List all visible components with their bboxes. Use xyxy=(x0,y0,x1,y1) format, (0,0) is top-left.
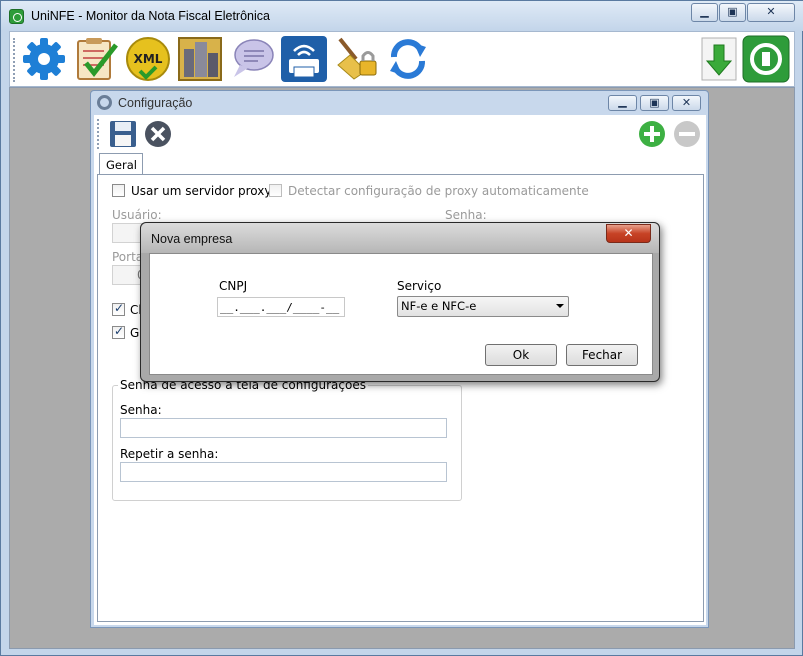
config-minimize-button[interactable]: ▁ xyxy=(608,95,637,111)
config-title: Configuração xyxy=(118,96,193,110)
dialog-title: Nova empresa xyxy=(151,232,233,246)
dialog-titlebar: Nova empresa ✕ xyxy=(141,223,659,253)
minimize-button[interactable]: ▁ xyxy=(691,3,718,22)
password-label: Senha: xyxy=(445,208,487,222)
broom-lock-icon[interactable] xyxy=(332,35,380,83)
service-select[interactable]: NF-e e NFC-e xyxy=(397,296,569,317)
config-titlebar: Configuração ▁ ▣ ✕ xyxy=(91,91,708,115)
svg-text:XML: XML xyxy=(134,52,163,66)
nova-empresa-dialog: Nova empresa ✕ CNPJ __.___.___/____-__ S… xyxy=(140,222,660,382)
chat-bubble-icon[interactable] xyxy=(228,35,276,83)
add-icon[interactable] xyxy=(638,120,666,148)
close-button[interactable]: ✕ xyxy=(747,3,795,22)
config-toolbar xyxy=(94,115,706,153)
window-title: UniNFE - Monitor da Nota Fiscal Eletrôni… xyxy=(31,9,270,23)
main-window: UniNFE - Monitor da Nota Fiscal Eletrôni… xyxy=(0,0,803,656)
user-label: Usuário: xyxy=(112,208,162,222)
tab-geral[interactable]: Geral xyxy=(99,153,143,175)
xml-icon[interactable]: XML xyxy=(124,35,172,83)
download-icon[interactable] xyxy=(696,35,744,83)
toolbar-grip xyxy=(97,119,100,149)
repetir-senha-label: Repetir a senha: xyxy=(120,447,219,461)
proxy-label: Usar um servidor proxy xyxy=(131,184,272,198)
cnpj-input[interactable]: __.___.___/____-__ xyxy=(217,297,345,317)
remove-icon[interactable] xyxy=(673,120,701,148)
proxy-checkbox[interactable] xyxy=(112,184,125,197)
refresh-icon[interactable] xyxy=(384,35,432,83)
repetir-senha-field[interactable] xyxy=(120,462,447,482)
password-groupbox xyxy=(112,385,462,501)
ok-button[interactable]: Ok xyxy=(485,344,557,366)
toolbar-grip xyxy=(13,38,16,82)
senha-field[interactable] xyxy=(120,418,447,438)
power-icon[interactable] xyxy=(742,35,790,83)
uninfe-app-icon xyxy=(9,9,24,24)
auto-proxy-checkbox[interactable] xyxy=(269,184,282,197)
option1-checkbox[interactable] xyxy=(112,301,125,316)
printer-wifi-icon[interactable] xyxy=(280,35,328,83)
main-toolbar: XML xyxy=(9,31,795,87)
gear-icon[interactable] xyxy=(20,35,68,83)
option2-checkbox[interactable] xyxy=(112,324,125,339)
service-selected: NF-e e NFC-e xyxy=(401,299,477,313)
cancel-icon[interactable] xyxy=(144,120,172,148)
save-icon[interactable] xyxy=(109,120,137,148)
senha-label: Senha: xyxy=(120,403,162,417)
fechar-button[interactable]: Fechar xyxy=(566,344,638,366)
buildings-icon[interactable] xyxy=(176,35,224,83)
dialog-close-button[interactable]: ✕ xyxy=(606,224,651,243)
maximize-button[interactable]: ▣ xyxy=(719,3,746,22)
service-label: Serviço xyxy=(397,279,442,293)
cnpj-label: CNPJ xyxy=(219,279,248,293)
auto-proxy-label: Detectar configuração de proxy automatic… xyxy=(288,184,589,198)
checklist-icon[interactable] xyxy=(72,35,120,83)
config-maximize-button[interactable]: ▣ xyxy=(640,95,669,111)
chevron-down-icon xyxy=(556,304,564,308)
config-close-button[interactable]: ✕ xyxy=(672,95,701,111)
gear-icon xyxy=(97,95,112,110)
dialog-body: CNPJ __.___.___/____-__ Serviço NF-e e N… xyxy=(149,253,653,375)
main-titlebar: UniNFE - Monitor da Nota Fiscal Eletrôni… xyxy=(1,1,803,31)
